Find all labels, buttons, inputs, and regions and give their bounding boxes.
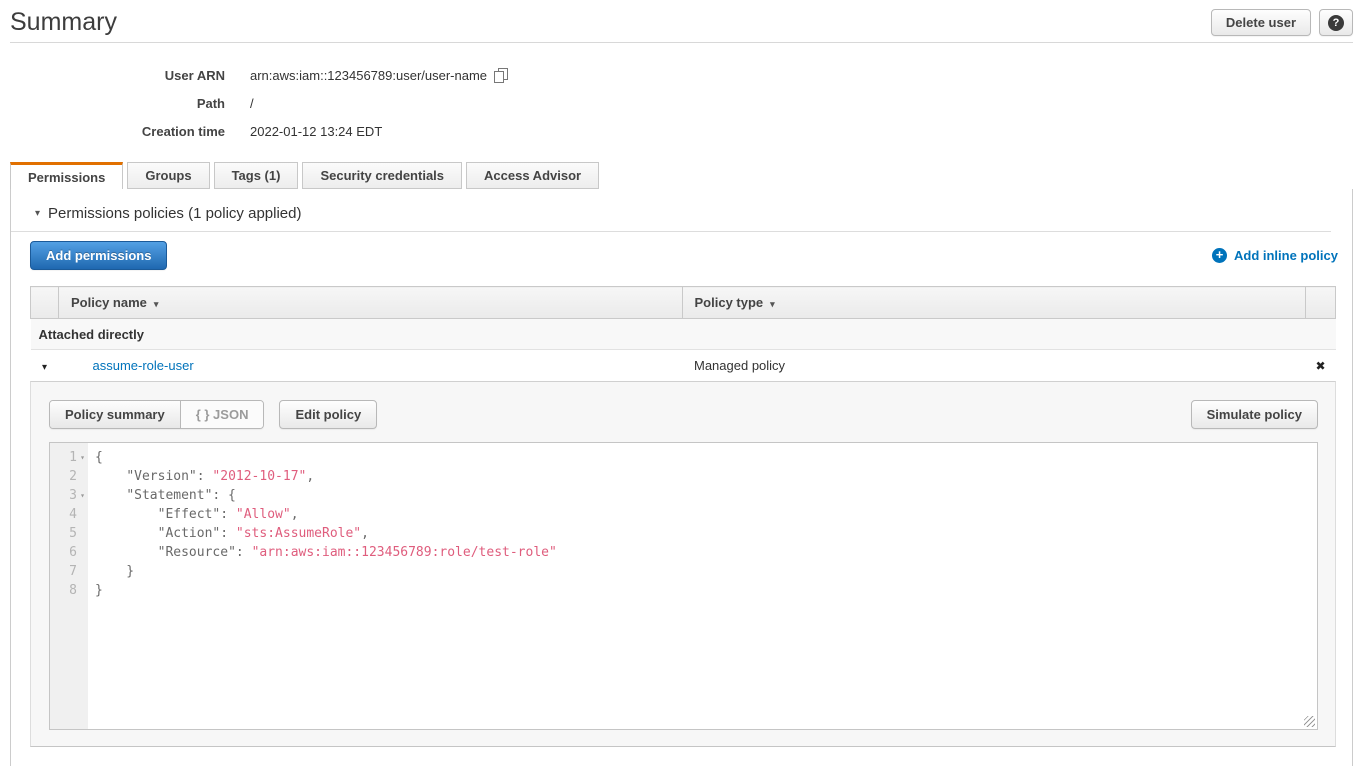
tab-groups[interactable]: Groups [127,162,209,189]
code-line: { [95,448,1317,467]
editor-resize-handle[interactable] [1304,716,1315,727]
policy-view-segmented-control: Policy summary { } JSON [49,400,264,429]
expand-column-header [31,287,59,319]
policy-summary-button[interactable]: Policy summary [50,401,181,428]
gutter-line: 8 [50,581,88,600]
path-value: / [250,96,254,111]
policy-type-column-header[interactable]: Policy type▾ [682,287,1306,319]
add-inline-policy-link[interactable]: + Add inline policy [1212,248,1338,263]
json-editor[interactable]: 1▾23▾45678 { "Version": "2012-10-17", "S… [49,442,1318,730]
tab-bar: PermissionsGroupsTags (1)Security creden… [10,162,1353,189]
fold-spacer [77,505,88,524]
section-collapse-caret-icon: ▾ [35,208,40,219]
actions-column-header [1306,287,1336,319]
tab-tags-1[interactable]: Tags (1) [214,162,299,189]
code-line: } [95,562,1317,581]
user-details: User ARN arn:aws:iam::123456789:user/use… [10,61,1353,145]
attached-directly-label: Attached directly [31,319,1336,350]
collapse-row-caret-icon[interactable]: ▾ [42,362,47,373]
permissions-policies-section-toggle[interactable]: ▾ Permissions policies (1 policy applied… [11,189,1352,231]
detail-row-user-arn: User ARN arn:aws:iam::123456789:user/use… [10,61,1353,89]
detach-policy-icon[interactable]: ✖ [1315,359,1325,373]
header-divider [10,42,1353,43]
code-line: "Statement": { [95,486,1317,505]
page-title: Summary [10,8,1211,37]
policies-table: Policy name▾ Policy type▾ Attached direc… [30,286,1336,381]
sort-caret-icon: ▾ [770,299,775,309]
fold-caret-icon[interactable]: ▾ [77,486,88,505]
policy-actions-row: Add permissions + Add inline policy [30,241,1338,270]
json-view-button[interactable]: { } JSON [181,401,264,428]
user-arn-label: User ARN [10,68,250,83]
path-label: Path [10,96,250,111]
gutter-line: 4 [50,505,88,524]
fold-spacer [77,524,88,543]
copy-icon[interactable] [494,68,508,83]
tab-permissions[interactable]: Permissions [10,162,123,189]
code-line: "Effect": "Allow", [95,505,1317,524]
tab-security-credentials[interactable]: Security credentials [302,162,462,189]
gutter-line: 2 [50,467,88,486]
edit-policy-button[interactable]: Edit policy [279,400,377,429]
fold-spacer [77,543,88,562]
detail-row-creation-time: Creation time 2022-01-12 13:24 EDT [10,117,1353,145]
creation-time-value: 2022-01-12 13:24 EDT [250,124,382,139]
policy-type-cell: Managed policy [682,350,1306,381]
creation-time-label: Creation time [10,124,250,139]
permissions-policies-section-title: Permissions policies (1 policy applied) [48,205,301,222]
code-line: } [95,581,1317,600]
gutter-line: 6 [50,543,88,562]
editor-code[interactable]: { "Version": "2012-10-17", "Statement": … [88,443,1317,729]
policy-row: ▾ assume-role-user Managed policy ✖ [31,350,1336,381]
add-permissions-button[interactable]: Add permissions [30,241,167,270]
add-inline-policy-label: Add inline policy [1234,248,1338,263]
policy-name-column-header[interactable]: Policy name▾ [59,287,683,319]
fold-spacer [77,581,88,600]
plus-icon: + [1212,248,1227,263]
help-icon: ? [1328,15,1344,31]
fold-spacer [77,467,88,486]
policies-table-body: Attached directly ▾ assume-role-user Manag… [31,319,1336,381]
fold-spacer [77,562,88,581]
attached-directly-group-row: Attached directly [31,319,1336,350]
permissions-tab-panel: ▾ Permissions policies (1 policy applied… [10,189,1353,766]
sort-caret-icon: ▾ [154,299,159,309]
page-header: Summary Delete user ? [10,0,1353,34]
code-line: "Resource": "arn:aws:iam::123456789:role… [95,543,1317,562]
code-line: "Action": "sts:AssumeRole", [95,524,1317,543]
delete-user-button[interactable]: Delete user [1211,9,1311,36]
tab-access-advisor[interactable]: Access Advisor [466,162,599,189]
gutter-line: 7 [50,562,88,581]
detail-row-path: Path / [10,89,1353,117]
header-actions: Delete user ? [1211,9,1353,36]
gutter-line: 5 [50,524,88,543]
help-button[interactable]: ? [1319,9,1353,36]
code-line: "Version": "2012-10-17", [95,467,1317,486]
policy-detail-toolbar: Policy summary { } JSON Edit policy Simu… [49,400,1318,429]
fold-caret-icon[interactable]: ▾ [77,448,88,467]
policy-detail-panel: Policy summary { } JSON Edit policy Simu… [30,381,1336,747]
editor-gutter: 1▾23▾45678 [50,443,88,729]
policy-name-link[interactable]: assume-role-user [93,358,194,373]
policies-table-header-row: Policy name▾ Policy type▾ [31,287,1336,319]
gutter-line: 3▾ [50,486,88,505]
user-arn-value: arn:aws:iam::123456789:user/user-name [250,68,487,83]
section-divider [11,231,1331,232]
gutter-line: 1▾ [50,448,88,467]
iam-user-summary-page: Summary Delete user ? User ARN arn:aws:i… [0,0,1362,766]
simulate-policy-button[interactable]: Simulate policy [1191,400,1318,429]
